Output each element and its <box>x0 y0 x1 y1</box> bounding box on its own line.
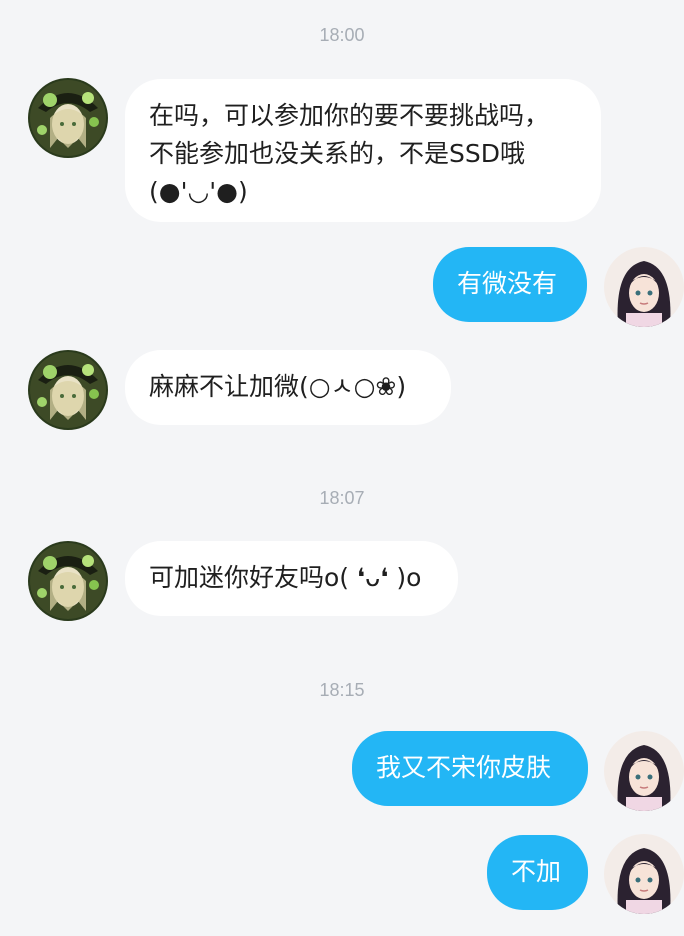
dark-hair-girl-avatar-icon[interactable] <box>604 731 684 811</box>
message-bubble-outgoing[interactable]: 不加 <box>487 835 588 910</box>
message-bubble-incoming[interactable]: 可加迷你好友吗o( ❛ᴗ❛ )o <box>125 541 458 616</box>
message-bubble-incoming[interactable]: 麻麻不让加微(○ㅅ○❀) <box>125 350 451 425</box>
message-bubble-incoming[interactable]: 在吗，可以参加你的要不要挑战吗， 不能参加也没关系的，不是SSD哦 (●'◡'●… <box>125 79 601 222</box>
witch-girl-avatar-icon[interactable] <box>28 78 108 158</box>
message-bubble-outgoing[interactable]: 有微没有 <box>433 247 587 322</box>
witch-girl-avatar-icon[interactable] <box>28 541 108 621</box>
timestamp: 18:15 <box>319 680 365 700</box>
chat-area[interactable]: 18:00 在吗，可以参加你的要不要挑战吗， 不能参加也没关系的，不是SSD哦 … <box>0 0 684 936</box>
timestamp: 18:00 <box>319 25 365 45</box>
witch-girl-avatar-icon[interactable] <box>28 350 108 430</box>
dark-hair-girl-avatar-icon[interactable] <box>604 834 684 914</box>
dark-hair-girl-avatar-icon[interactable] <box>604 247 684 327</box>
timestamp: 18:07 <box>319 488 365 508</box>
message-bubble-outgoing[interactable]: 我又不宋你皮肤 <box>352 731 588 806</box>
